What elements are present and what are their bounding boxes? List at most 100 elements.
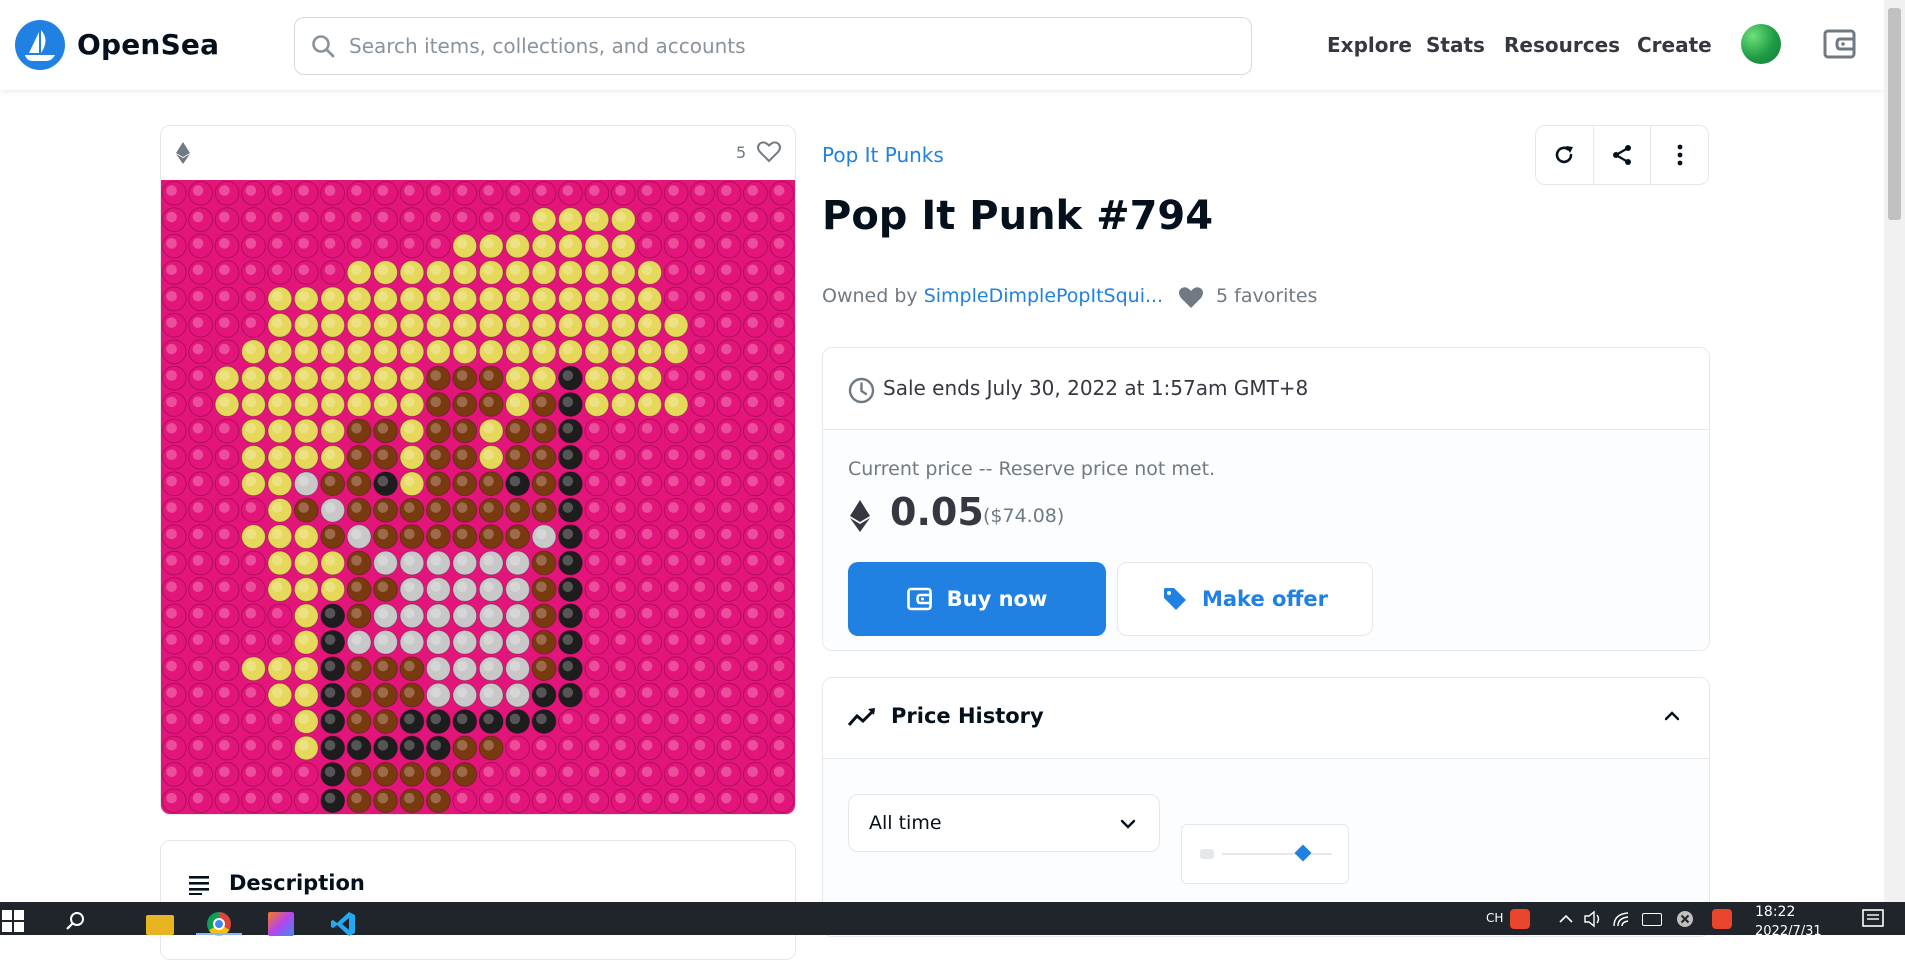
opensea-logo[interactable] (15, 20, 65, 70)
close-circle-icon[interactable] (1676, 910, 1694, 928)
taskbar-time[interactable]: 18:22 (1755, 904, 1795, 920)
pop-bubble-shine (536, 475, 547, 487)
make-offer-button[interactable]: Make offer (1117, 562, 1373, 636)
pop-bubble-shine (271, 607, 283, 619)
nav-create[interactable]: Create (1637, 33, 1712, 57)
pop-bubble-shine (747, 449, 759, 461)
pop-bubble-shine (166, 634, 177, 645)
pop-bubble-shine (668, 423, 679, 434)
pop-bubble-shine (562, 528, 574, 540)
pop-bubble-shine (509, 713, 521, 725)
pop-bubble-shine (668, 766, 679, 778)
pop-bubble-shine (430, 449, 442, 461)
pop-bubble-shine (192, 634, 204, 645)
file-explorer-icon[interactable] (146, 915, 174, 935)
pop-bubble-shine (324, 766, 336, 778)
search-input[interactable]: Search items, collections, and accounts (349, 34, 746, 58)
pop-bubble-shine (721, 607, 732, 619)
vscode-icon[interactable] (330, 911, 356, 937)
pop-bubble-shine (456, 555, 468, 566)
sogou-input-icon[interactable] (1510, 909, 1530, 929)
scrollbar-thumb[interactable] (1888, 8, 1901, 220)
profile-avatar[interactable] (1741, 24, 1781, 64)
more-button[interactable] (1651, 126, 1708, 184)
intellij-icon[interactable] (268, 912, 294, 936)
nft-artwork[interactable] (161, 180, 795, 814)
pop-bubble-shine (615, 370, 626, 381)
pop-bubble-shine (509, 475, 521, 487)
notification-icon[interactable] (1862, 909, 1884, 929)
wallet-icon[interactable] (1823, 28, 1857, 60)
ime-indicator[interactable]: CH (1486, 911, 1503, 925)
pop-bubble-shine (192, 502, 204, 513)
network-icon[interactable] (1612, 910, 1632, 928)
pop-bubble-shine (298, 475, 309, 487)
volume-icon[interactable] (1584, 910, 1604, 928)
pop-bubble-shine (271, 555, 283, 566)
pop-bubble-shine (351, 740, 362, 751)
pop-bubble-shine (668, 343, 679, 355)
nav-stats[interactable]: Stats (1426, 33, 1485, 57)
favorites-count[interactable]: 5 favorites (1216, 285, 1317, 307)
pop-bubble-shine (351, 449, 362, 461)
pop-bubble-shine (271, 343, 283, 355)
pop-bubble-shine (562, 238, 574, 249)
pop-bubble-shine (509, 370, 521, 381)
pop-bubble-shine (694, 370, 706, 381)
price-history-header[interactable]: Price History (823, 678, 1709, 759)
pop-bubble-shine (192, 423, 204, 434)
nav-explore[interactable]: Explore (1327, 33, 1412, 57)
pop-bubble-shine (747, 317, 759, 328)
search-bar[interactable]: Search items, collections, and accounts (294, 17, 1252, 75)
search-icon[interactable] (65, 910, 87, 932)
pop-bubble-shine (377, 290, 389, 302)
pop-bubble-shine (509, 528, 521, 540)
chart-axis-line (1222, 853, 1332, 855)
pop-bubble-shine (721, 343, 732, 355)
battery-icon[interactable] (1642, 913, 1662, 926)
owner-link[interactable]: SimpleDimplePopItSqui... (924, 285, 1163, 307)
sogou-tray-icon[interactable] (1712, 909, 1732, 929)
pop-bubble-shine (166, 766, 177, 778)
pop-bubble-shine (615, 687, 626, 698)
pop-bubble-shine (694, 792, 706, 804)
buy-now-label: Buy now (946, 587, 1048, 611)
windows-start-icon[interactable] (2, 910, 24, 932)
pop-bubble-shine (219, 740, 230, 751)
pop-bubble-shine (192, 581, 204, 593)
share-button[interactable] (1594, 126, 1652, 184)
brand-name[interactable]: OpenSea (77, 28, 219, 61)
pop-bubble-shine (351, 211, 362, 223)
pop-bubble-shine (509, 555, 521, 566)
heart-icon[interactable] (1178, 286, 1204, 309)
refresh-button[interactable] (1536, 126, 1594, 184)
pop-bubble-shine (404, 343, 415, 355)
chevron-up-icon[interactable] (1663, 710, 1681, 722)
pop-bubble-shine (483, 581, 494, 593)
taskbar-date[interactable]: 2022/7/31 (1755, 924, 1822, 939)
nav-resources[interactable]: Resources (1504, 33, 1620, 57)
pop-bubble-shine (430, 687, 442, 698)
pop-bubble-shine (166, 238, 177, 249)
scroll-up-arrow[interactable] (1884, 0, 1905, 8)
pop-bubble-shine (615, 396, 626, 408)
pop-bubble-shine (192, 687, 204, 698)
chevron-up-icon[interactable] (1558, 914, 1574, 924)
description-card[interactable]: Description (160, 840, 796, 960)
heart-icon[interactable] (757, 141, 781, 163)
pop-bubble-shine (721, 502, 732, 513)
pop-bubble-shine (641, 185, 653, 196)
time-range-select[interactable]: All time (848, 794, 1160, 852)
collection-link[interactable]: Pop It Punks (822, 143, 944, 167)
description-title: Description (229, 871, 365, 895)
pop-bubble-shine (694, 449, 706, 461)
pop-bubble-shine (588, 449, 600, 461)
pop-bubble-shine (245, 396, 257, 408)
chart-point (1294, 844, 1312, 862)
pop-bubble-shine (536, 740, 547, 751)
pop-bubble-shine (351, 264, 362, 276)
pop-bubble-shine (377, 475, 389, 487)
buy-now-button[interactable]: Buy now (848, 562, 1106, 636)
pop-bubble-shine (694, 423, 706, 434)
pop-bubble-shine (271, 475, 283, 487)
